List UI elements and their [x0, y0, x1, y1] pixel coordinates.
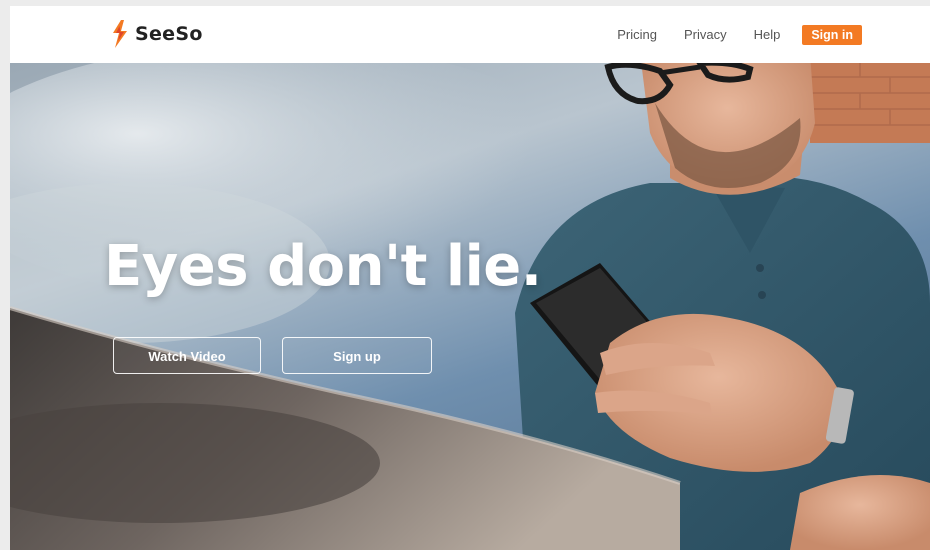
nav-links: Pricing Privacy Help Sign in [590, 25, 862, 45]
logo[interactable]: SeeSo [110, 20, 203, 48]
hero-headline: Eyes don't lie. [104, 234, 542, 299]
hero-background-photo [10, 63, 930, 550]
sign-in-button[interactable]: Sign in [802, 25, 862, 45]
browser-page: SeeSo Pricing Privacy Help Sign in Eyes … [10, 6, 930, 550]
hero-section: Eyes don't lie. Watch Video Sign up [10, 63, 930, 550]
top-navigation-bar: SeeSo Pricing Privacy Help Sign in [10, 6, 930, 64]
nav-link-pricing[interactable]: Pricing [617, 25, 657, 45]
watch-video-button[interactable]: Watch Video [113, 337, 261, 374]
nav-link-help[interactable]: Help [754, 25, 781, 45]
sign-up-button[interactable]: Sign up [282, 337, 432, 374]
flame-logo-icon [113, 20, 127, 48]
nav-link-privacy[interactable]: Privacy [684, 25, 727, 45]
brand-name: SeeSo [135, 23, 203, 45]
